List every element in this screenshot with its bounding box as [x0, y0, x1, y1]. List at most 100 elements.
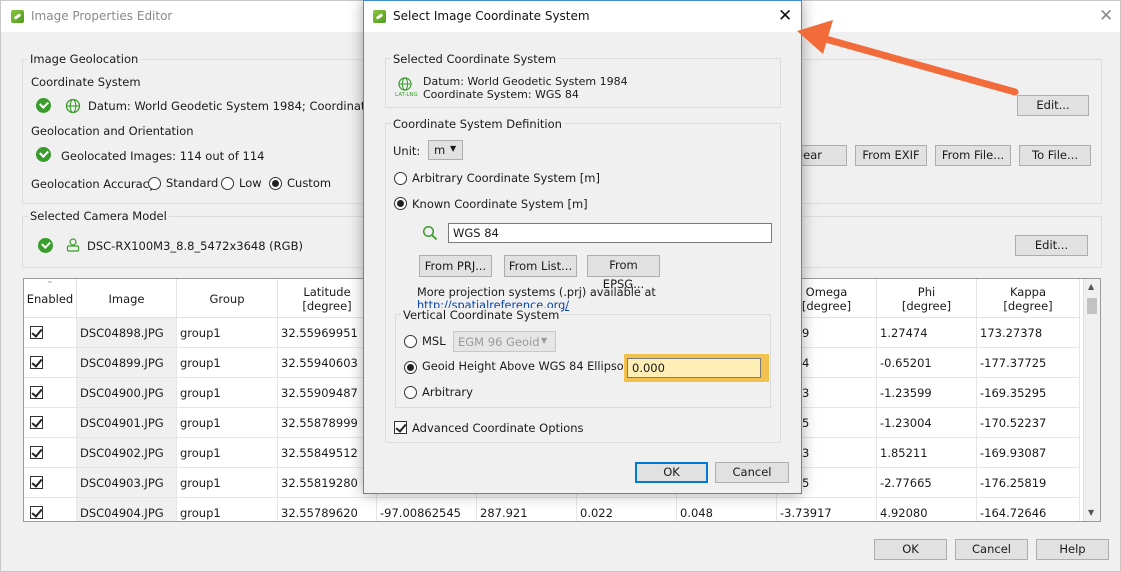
main-ok-button[interactable]: OK [874, 539, 947, 560]
enabled-checkbox[interactable] [30, 386, 43, 399]
msl-radio[interactable] [404, 335, 417, 348]
coord-system-ok-icon [36, 98, 51, 113]
accuracy-custom-label: Custom [287, 176, 332, 190]
geoid-height-input[interactable]: 0.000 [627, 358, 761, 378]
cell-accuracy-horz: 0.022 [577, 498, 677, 521]
cell-group: group1 [177, 378, 278, 408]
cell-group: group1 [177, 318, 278, 348]
cell-phi: -2.77665 [877, 468, 977, 498]
advanced-coordinate-options-label: Advanced Coordinate Options [412, 421, 584, 435]
scroll-up-icon[interactable]: ▲ [1088, 282, 1094, 291]
msl-geoid-select[interactable]: EGM 96 Geoid ▼ [453, 331, 556, 352]
search-icon [422, 225, 438, 241]
main-cancel-button[interactable]: Cancel [955, 539, 1028, 560]
column-header-latitude-title: Latitude [303, 285, 351, 299]
column-header-phi[interactable]: Phi [degree] [877, 279, 977, 318]
cell-latitude: 32.55789620 [278, 498, 377, 521]
accuracy-custom-radio[interactable] [269, 177, 282, 190]
cell-kappa: -169.35295 [977, 378, 1080, 408]
cell-group: group1 [177, 438, 278, 468]
more-projection-label: More projection systems (.prj) available… [417, 286, 656, 299]
column-header-image[interactable]: Image [77, 279, 177, 318]
advanced-coordinate-options-checkbox[interactable] [394, 421, 407, 434]
coordinate-system-edit-button[interactable]: Edit... [1017, 95, 1089, 116]
enabled-checkbox[interactable] [30, 326, 43, 339]
accuracy-low-radio[interactable] [221, 177, 234, 190]
vertical-arbitrary-radio[interactable] [404, 386, 417, 399]
coordinate-system-definition-label: Coordinate System Definition [391, 117, 564, 131]
cell-image: DSC04898.JPG [77, 318, 177, 348]
arbitrary-coordinate-system-radio[interactable] [394, 172, 407, 185]
msl-geoid-select-value: EGM 96 Geoid [458, 335, 540, 349]
cell-enabled[interactable] [24, 348, 77, 378]
enabled-checkbox[interactable] [30, 446, 43, 459]
known-coordinate-system-radio[interactable] [394, 197, 407, 210]
cell-enabled[interactable] [24, 498, 77, 521]
cell-kappa: 173.27378 [977, 318, 1080, 348]
selected-datum-text: Datum: World Geodetic System 1984 [423, 75, 628, 88]
camera-model-label: Selected Camera Model [28, 209, 169, 223]
cell-enabled[interactable] [24, 378, 77, 408]
arbitrary-coordinate-system-label: Arbitrary Coordinate System [m] [412, 171, 600, 185]
app-logo-icon [11, 10, 24, 23]
lat-lng-globe-icon [398, 77, 412, 91]
cell-image: DSC04900.JPG [77, 378, 177, 408]
accuracy-standard-radio[interactable] [148, 177, 161, 190]
enabled-checkbox[interactable] [30, 476, 43, 489]
from-epsg-button[interactable]: From EPSG... [587, 255, 660, 291]
cell-kappa: -177.37725 [977, 348, 1080, 378]
main-help-button[interactable]: Help [1036, 539, 1109, 560]
cell-longitude: -97.00862545 [377, 498, 477, 521]
geoid-height-label: Geoid Height Above WGS 84 Ellipsoid [m] [422, 360, 658, 373]
enabled-checkbox[interactable] [30, 506, 43, 519]
table-row[interactable]: DSC04904.JPG group1 32.55789620 -97.0086254… [24, 498, 1084, 521]
cell-enabled[interactable] [24, 438, 77, 468]
cell-phi: 1.27474 [877, 318, 977, 348]
unit-select[interactable]: m ▼ [428, 140, 463, 160]
table-vertical-scrollbar[interactable]: ▲ ▼ [1083, 279, 1100, 521]
scrollbar-thumb[interactable] [1087, 298, 1097, 314]
main-close-icon[interactable]: ✕ [1099, 8, 1113, 25]
cell-enabled[interactable] [24, 468, 77, 498]
enabled-checkbox[interactable] [30, 356, 43, 369]
cell-group: group1 [177, 468, 278, 498]
dialog-cancel-button[interactable]: Cancel [715, 462, 789, 483]
from-list-button[interactable]: From List... [504, 255, 577, 277]
selected-coord-system-text: Coordinate System: WGS 84 [423, 88, 579, 101]
cell-image: DSC04901.JPG [77, 408, 177, 438]
cell-omega: -3.73917 [777, 498, 877, 521]
column-header-kappa-unit: [degree] [1003, 299, 1053, 313]
coordinate-system-search-input[interactable]: WGS 84 [448, 223, 772, 243]
coordinate-system-label: Coordinate System [31, 75, 141, 89]
from-exif-button[interactable]: From EXIF [855, 145, 927, 166]
column-header-kappa[interactable]: Kappa [degree] [977, 279, 1080, 318]
from-prj-button[interactable]: From PRJ... [419, 255, 492, 277]
cell-kappa: -170.52237 [977, 408, 1080, 438]
cell-enabled[interactable] [24, 318, 77, 348]
cell-phi: 1.85211 [877, 438, 977, 468]
enabled-checkbox[interactable] [30, 416, 43, 429]
cell-kappa: -164.72646 [977, 498, 1080, 521]
main-window-title: Image Properties Editor [31, 9, 173, 23]
cell-enabled[interactable] [24, 408, 77, 438]
cell-group: group1 [177, 408, 278, 438]
dialog-ok-button[interactable]: OK [635, 462, 708, 483]
unit-select-value: m [434, 143, 446, 157]
from-file-button[interactable]: From File... [935, 145, 1011, 166]
dialog-titlebar: Select Image Coordinate System ✕ [364, 1, 801, 32]
accuracy-low-label: Low [239, 176, 262, 190]
selected-coordinate-system-label: Selected Coordinate System [391, 52, 559, 66]
to-file-button[interactable]: To File... [1019, 145, 1091, 166]
camera-edit-button[interactable]: Edit... [1015, 235, 1088, 256]
sort-indicator-icon[interactable]: ⌄ [46, 279, 54, 286]
cell-group: group1 [177, 498, 278, 521]
cell-image: DSC04903.JPG [77, 468, 177, 498]
cell-image: DSC04899.JPG [77, 348, 177, 378]
dialog-close-icon[interactable]: ✕ [778, 8, 792, 25]
column-header-group[interactable]: Group [177, 279, 278, 318]
select-coordinate-system-dialog: Select Image Coordinate System ✕ Selecte… [363, 0, 802, 494]
chevron-down-icon: ▼ [450, 144, 457, 153]
scroll-down-icon[interactable]: ▼ [1088, 508, 1094, 517]
column-header-kappa-title: Kappa [1009, 285, 1047, 299]
geoid-height-radio[interactable] [404, 361, 417, 374]
